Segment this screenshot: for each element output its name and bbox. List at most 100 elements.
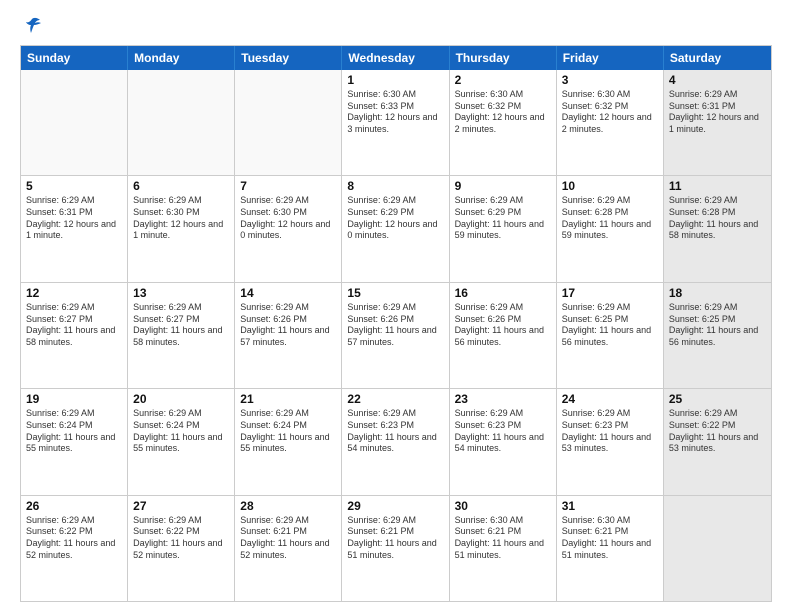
day-number: 16 (455, 286, 551, 300)
calendar-header: SundayMondayTuesdayWednesdayThursdayFrid… (21, 46, 771, 70)
header-day-tuesday: Tuesday (235, 46, 342, 70)
calendar-cell-28: 28Sunrise: 6:29 AM Sunset: 6:21 PM Dayli… (235, 496, 342, 601)
day-number: 24 (562, 392, 658, 406)
calendar-cell-14: 14 Sunrise: 6:29 AM Sunset: 6:26 PM Dayli… (235, 283, 342, 388)
calendar-cell-1: 1 Sunrise: 6:30 AM Sunset: 6:33 PM Daylig… (342, 70, 449, 175)
calendar-body: 1 Sunrise: 6:30 AM Sunset: 6:33 PM Daylig… (21, 70, 771, 601)
calendar-row-4: 26Sunrise: 6:29 AM Sunset: 6:22 PM Dayli… (21, 496, 771, 601)
calendar-cell-23: 23 Sunrise: 6:29 AM Sunset: 6:23 PM Dayli… (450, 389, 557, 494)
day-number: 31 (562, 499, 658, 513)
calendar-cell-8: 8 Sunrise: 6:29 AM Sunset: 6:29 PM Daylig… (342, 176, 449, 281)
day-number: 20 (133, 392, 229, 406)
day-number: 9 (455, 179, 551, 193)
day-number: 23 (455, 392, 551, 406)
calendar-cell-2: 2Sunrise: 6:30 AM Sunset: 6:32 PM Daylig… (450, 70, 557, 175)
day-number: 5 (26, 179, 122, 193)
logo (20, 15, 42, 35)
calendar-cell-16: 16 Sunrise: 6:29 AM Sunset: 6:26 PM Dayli… (450, 283, 557, 388)
cell-daylight-info: Sunrise: 6:29 AM Sunset: 6:29 PM Dayligh… (455, 195, 551, 242)
calendar-cell-31: 31 Sunrise: 6:30 AM Sunset: 6:21 PM Dayli… (557, 496, 664, 601)
calendar-cell-22: 22Sunrise: 6:29 AM Sunset: 6:23 PM Dayli… (342, 389, 449, 494)
cell-daylight-info: Sunrise: 6:29 AM Sunset: 6:22 PM Dayligh… (133, 515, 229, 562)
calendar-cell-19: 19 Sunrise: 6:29 AM Sunset: 6:24 PM Dayli… (21, 389, 128, 494)
calendar: SundayMondayTuesdayWednesdayThursdayFrid… (20, 45, 772, 602)
day-number: 4 (669, 73, 766, 87)
cell-daylight-info: Sunrise: 6:29 AM Sunset: 6:31 PM Dayligh… (669, 89, 766, 136)
day-number: 30 (455, 499, 551, 513)
calendar-cell-empty-0-0 (21, 70, 128, 175)
calendar-cell-24: 24 Sunrise: 6:29 AM Sunset: 6:23 PM Dayli… (557, 389, 664, 494)
logo-bird-icon (22, 15, 42, 35)
cell-daylight-info: Sunrise: 6:29 AM Sunset: 6:30 PM Dayligh… (133, 195, 229, 242)
day-number: 25 (669, 392, 766, 406)
cell-daylight-info: Sunrise: 6:29 AM Sunset: 6:25 PM Dayligh… (562, 302, 658, 349)
cell-daylight-info: Sunrise: 6:29 AM Sunset: 6:28 PM Dayligh… (669, 195, 766, 242)
calendar-cell-25: 25 Sunrise: 6:29 AM Sunset: 6:22 PM Dayli… (664, 389, 771, 494)
cell-daylight-info: Sunrise: 6:29 AM Sunset: 6:21 PM Dayligh… (240, 515, 336, 562)
calendar-cell-29: 29 Sunrise: 6:29 AM Sunset: 6:21 PM Dayli… (342, 496, 449, 601)
day-number: 12 (26, 286, 122, 300)
calendar-row-0: 1 Sunrise: 6:30 AM Sunset: 6:33 PM Daylig… (21, 70, 771, 176)
cell-daylight-info: Sunrise: 6:29 AM Sunset: 6:26 PM Dayligh… (455, 302, 551, 349)
calendar-cell-empty-4-6 (664, 496, 771, 601)
calendar-cell-21: 21 Sunrise: 6:29 AM Sunset: 6:24 PM Dayli… (235, 389, 342, 494)
calendar-cell-12: 12 Sunrise: 6:29 AM Sunset: 6:27 PM Dayli… (21, 283, 128, 388)
cell-daylight-info: Sunrise: 6:29 AM Sunset: 6:24 PM Dayligh… (240, 408, 336, 455)
cell-daylight-info: Sunrise: 6:29 AM Sunset: 6:22 PM Dayligh… (669, 408, 766, 455)
cell-daylight-info: Sunrise: 6:30 AM Sunset: 6:21 PM Dayligh… (562, 515, 658, 562)
header-day-friday: Friday (557, 46, 664, 70)
calendar-cell-13: 13Sunrise: 6:29 AM Sunset: 6:27 PM Dayli… (128, 283, 235, 388)
cell-daylight-info: Sunrise: 6:30 AM Sunset: 6:33 PM Dayligh… (347, 89, 443, 136)
header-day-monday: Monday (128, 46, 235, 70)
day-number: 1 (347, 73, 443, 87)
cell-daylight-info: Sunrise: 6:29 AM Sunset: 6:29 PM Dayligh… (347, 195, 443, 242)
day-number: 19 (26, 392, 122, 406)
calendar-cell-27: 27 Sunrise: 6:29 AM Sunset: 6:22 PM Dayli… (128, 496, 235, 601)
cell-daylight-info: Sunrise: 6:29 AM Sunset: 6:31 PM Dayligh… (26, 195, 122, 242)
header-day-wednesday: Wednesday (342, 46, 449, 70)
calendar-cell-5: 5 Sunrise: 6:29 AM Sunset: 6:31 PM Daylig… (21, 176, 128, 281)
header (20, 15, 772, 35)
day-number: 14 (240, 286, 336, 300)
calendar-cell-26: 26Sunrise: 6:29 AM Sunset: 6:22 PM Dayli… (21, 496, 128, 601)
day-number: 21 (240, 392, 336, 406)
day-number: 17 (562, 286, 658, 300)
cell-daylight-info: Sunrise: 6:29 AM Sunset: 6:26 PM Dayligh… (240, 302, 336, 349)
cell-daylight-info: Sunrise: 6:29 AM Sunset: 6:21 PM Dayligh… (347, 515, 443, 562)
day-number: 29 (347, 499, 443, 513)
day-number: 11 (669, 179, 766, 193)
cell-daylight-info: Sunrise: 6:29 AM Sunset: 6:27 PM Dayligh… (26, 302, 122, 349)
calendar-cell-15: 15 Sunrise: 6:29 AM Sunset: 6:26 PM Dayli… (342, 283, 449, 388)
cell-daylight-info: Sunrise: 6:29 AM Sunset: 6:24 PM Dayligh… (133, 408, 229, 455)
cell-daylight-info: Sunrise: 6:29 AM Sunset: 6:28 PM Dayligh… (562, 195, 658, 242)
calendar-cell-30: 30 Sunrise: 6:30 AM Sunset: 6:21 PM Dayli… (450, 496, 557, 601)
calendar-cell-6: 6 Sunrise: 6:29 AM Sunset: 6:30 PM Daylig… (128, 176, 235, 281)
day-number: 15 (347, 286, 443, 300)
cell-daylight-info: Sunrise: 6:29 AM Sunset: 6:24 PM Dayligh… (26, 408, 122, 455)
cell-daylight-info: Sunrise: 6:30 AM Sunset: 6:21 PM Dayligh… (455, 515, 551, 562)
cell-daylight-info: Sunrise: 6:30 AM Sunset: 6:32 PM Dayligh… (562, 89, 658, 136)
calendar-cell-empty-0-2 (235, 70, 342, 175)
cell-daylight-info: Sunrise: 6:29 AM Sunset: 6:23 PM Dayligh… (347, 408, 443, 455)
cell-daylight-info: Sunrise: 6:29 AM Sunset: 6:23 PM Dayligh… (455, 408, 551, 455)
calendar-cell-empty-0-1 (128, 70, 235, 175)
page: SundayMondayTuesdayWednesdayThursdayFrid… (0, 0, 792, 612)
calendar-cell-11: 11 Sunrise: 6:29 AM Sunset: 6:28 PM Dayli… (664, 176, 771, 281)
cell-daylight-info: Sunrise: 6:29 AM Sunset: 6:25 PM Dayligh… (669, 302, 766, 349)
header-day-thursday: Thursday (450, 46, 557, 70)
calendar-cell-20: 20 Sunrise: 6:29 AM Sunset: 6:24 PM Dayli… (128, 389, 235, 494)
day-number: 13 (133, 286, 229, 300)
day-number: 18 (669, 286, 766, 300)
cell-daylight-info: Sunrise: 6:29 AM Sunset: 6:23 PM Dayligh… (562, 408, 658, 455)
calendar-row-2: 12 Sunrise: 6:29 AM Sunset: 6:27 PM Dayli… (21, 283, 771, 389)
day-number: 10 (562, 179, 658, 193)
cell-daylight-info: Sunrise: 6:30 AM Sunset: 6:32 PM Dayligh… (455, 89, 551, 136)
day-number: 27 (133, 499, 229, 513)
calendar-cell-10: 10 Sunrise: 6:29 AM Sunset: 6:28 PM Dayli… (557, 176, 664, 281)
calendar-cell-18: 18 Sunrise: 6:29 AM Sunset: 6:25 PM Dayli… (664, 283, 771, 388)
calendar-row-1: 5 Sunrise: 6:29 AM Sunset: 6:31 PM Daylig… (21, 176, 771, 282)
day-number: 3 (562, 73, 658, 87)
cell-daylight-info: Sunrise: 6:29 AM Sunset: 6:26 PM Dayligh… (347, 302, 443, 349)
day-number: 8 (347, 179, 443, 193)
day-number: 6 (133, 179, 229, 193)
